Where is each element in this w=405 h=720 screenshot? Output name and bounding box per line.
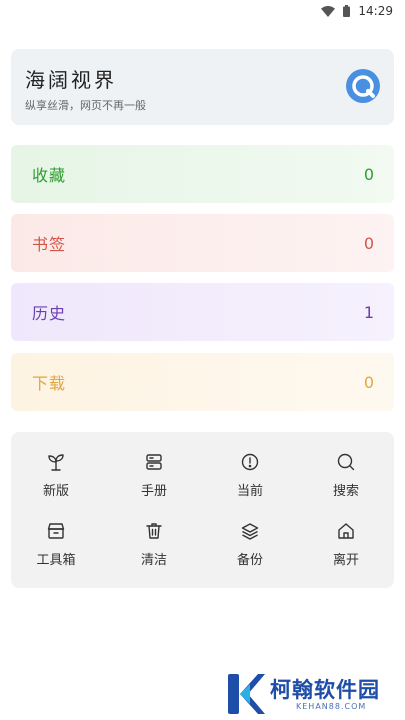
trash-icon [144, 521, 164, 541]
home-icon [336, 521, 356, 541]
watermark-logo: 柯翰软件园 KEHAN88.COM [226, 672, 396, 716]
tool-leave[interactable]: 离开 [311, 521, 381, 571]
favorites-card[interactable]: 收藏 0 [11, 145, 394, 203]
favorites-label: 收藏 [32, 166, 67, 185]
toolbox-icon [46, 521, 66, 541]
wifi-icon [321, 5, 336, 17]
tool-toolbox[interactable]: 工具箱 [21, 521, 91, 571]
tool-label: 工具箱 [36, 553, 76, 568]
history-label: 历史 [32, 304, 67, 323]
favorites-count: 0 [363, 164, 374, 184]
downloads-count: 0 [363, 372, 374, 392]
tool-label: 离开 [332, 553, 359, 568]
tool-clean[interactable]: 清洁 [119, 521, 189, 571]
status-bar: 14:29 [0, 0, 405, 22]
tool-search[interactable]: 搜索 [311, 452, 381, 502]
tool-label: 手册 [140, 484, 167, 499]
tool-backup[interactable]: 备份 [215, 521, 285, 571]
info-icon [240, 452, 260, 472]
watermark-k-icon [226, 672, 266, 716]
app-header-card[interactable]: 海阔视界 纵享丝滑，网页不再一般 [11, 49, 394, 125]
tool-current[interactable]: 当前 [215, 452, 285, 502]
tools-panel: 新版 手册 当前 搜索 工具箱 清洁 备份 离开 [11, 432, 394, 588]
app-subtitle: 纵享丝滑，网页不再一般 [25, 99, 146, 112]
tool-label: 备份 [236, 553, 263, 568]
app-title: 海阔视界 [25, 68, 117, 92]
manual-icon [144, 452, 164, 472]
bookmarks-label: 书签 [32, 235, 67, 254]
app-logo-icon[interactable] [346, 69, 380, 103]
tool-label: 新版 [42, 484, 69, 499]
watermark-url: KEHAN88.COM [296, 702, 367, 711]
status-time: 14:29 [358, 4, 393, 18]
tool-label: 搜索 [332, 484, 359, 499]
tool-label: 当前 [236, 484, 263, 499]
battery-icon [343, 5, 351, 17]
history-card[interactable]: 历史 1 [11, 283, 394, 341]
search-icon [336, 452, 356, 472]
layers-icon [240, 521, 260, 541]
tool-new-version[interactable]: 新版 [21, 452, 91, 502]
watermark-name: 柯翰软件园 [270, 678, 380, 702]
downloads-label: 下载 [32, 374, 67, 393]
sprout-icon [46, 452, 66, 472]
bookmarks-card[interactable]: 书签 0 [11, 214, 394, 272]
history-count: 1 [363, 302, 374, 322]
tool-manual[interactable]: 手册 [119, 452, 189, 502]
downloads-card[interactable]: 下载 0 [11, 353, 394, 411]
bookmarks-count: 0 [363, 233, 374, 253]
tool-label: 清洁 [140, 553, 167, 568]
